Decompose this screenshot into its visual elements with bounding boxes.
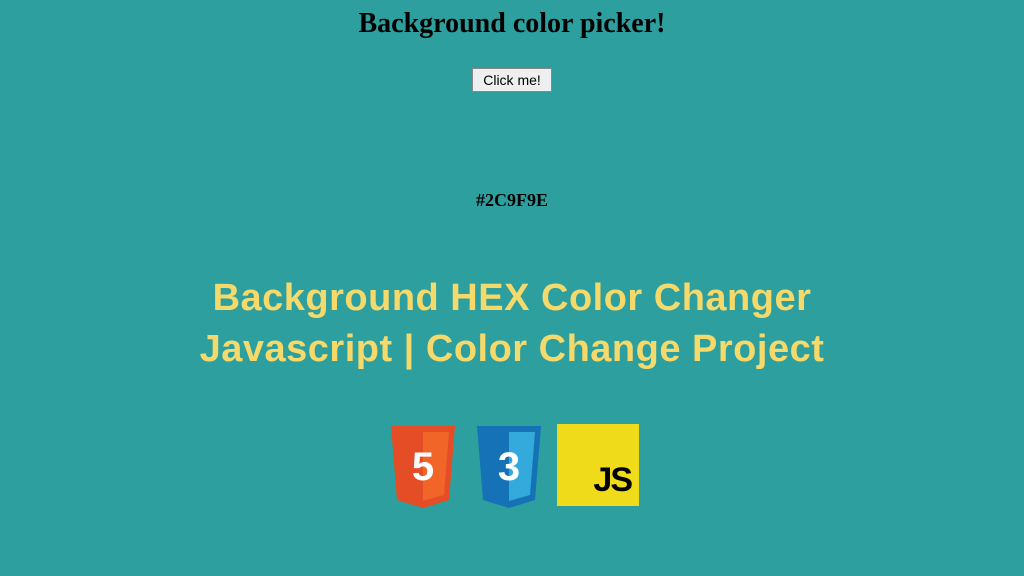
hex-color-display: #2C9F9E (476, 190, 548, 211)
click-me-button[interactable]: Click me! (472, 68, 552, 92)
headline: Background HEX Color Changer Javascript … (200, 273, 825, 376)
headline-line-2: Javascript | Color Change Project (200, 324, 825, 375)
svg-text:5: 5 (412, 445, 434, 489)
js-label: JS (593, 461, 631, 500)
svg-text:3: 3 (498, 445, 520, 489)
tech-logos: 5 3 JS (385, 424, 639, 512)
html5-icon: 5 (385, 424, 461, 512)
page-title: Background color picker! (359, 8, 666, 40)
css3-icon: 3 (471, 424, 547, 512)
headline-line-1: Background HEX Color Changer (200, 273, 825, 324)
javascript-icon: JS (557, 424, 639, 506)
